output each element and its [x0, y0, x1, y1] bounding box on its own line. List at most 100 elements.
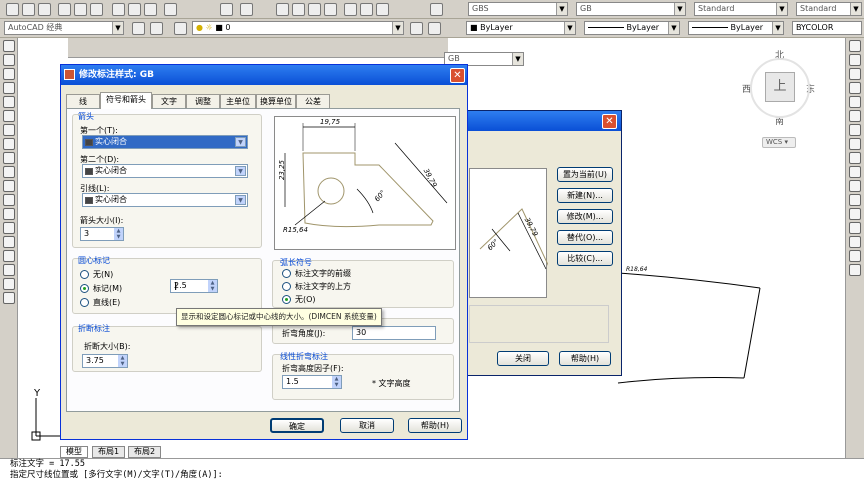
arc-none-radio[interactable]	[282, 295, 291, 304]
modify-style-button[interactable]: 修改(M)...	[557, 209, 613, 224]
save-icon[interactable]	[38, 3, 51, 16]
array-icon[interactable]	[849, 96, 861, 108]
first-arrow-select[interactable]: 实心闭合 ▼	[82, 135, 248, 149]
stepper-arrows-icon[interactable]: ▲ ▼	[114, 228, 123, 240]
polyline-icon[interactable]	[3, 68, 15, 80]
break-at-point-icon[interactable]	[849, 194, 861, 206]
close-icon[interactable]: ✕	[450, 68, 465, 83]
stepper-arrows-icon[interactable]: ▲ ▼	[208, 280, 217, 292]
manager-help-button[interactable]: 帮助(H)	[559, 351, 611, 366]
override-style-button[interactable]: 替代(O)...	[557, 230, 613, 245]
zoom-realtime-icon[interactable]	[292, 3, 305, 16]
break-size-stepper[interactable]: 3.75 ▲ ▼	[82, 354, 128, 368]
tab-text[interactable]: 文字	[152, 94, 186, 108]
gear-icon[interactable]	[132, 22, 145, 35]
close-icon[interactable]: ✕	[602, 114, 617, 129]
copy-icon[interactable]	[128, 3, 141, 16]
open-file-icon[interactable]	[22, 3, 35, 16]
circle-icon[interactable]	[3, 124, 15, 136]
second-arrow-select[interactable]: 实心闭合 ▼	[82, 164, 248, 178]
polygon-icon[interactable]	[3, 82, 15, 94]
point-icon[interactable]	[3, 222, 15, 234]
leader-arrow-select[interactable]: 实心闭合 ▼	[82, 193, 248, 207]
tab-alternate-units[interactable]: 换算单位	[256, 94, 296, 108]
new-file-icon[interactable]	[6, 3, 19, 16]
help-icon[interactable]	[430, 3, 443, 16]
stepper-arrows-icon[interactable]: ▲ ▼	[118, 355, 127, 367]
tool-palette-icon[interactable]	[376, 3, 389, 16]
publish-icon[interactable]	[90, 3, 103, 16]
tab-symbols-arrows[interactable]: 符号和箭头	[100, 92, 152, 109]
tab-primary-units[interactable]: 主单位	[220, 94, 256, 108]
explode-icon[interactable]	[849, 264, 861, 276]
help-button[interactable]: 帮助(H)	[408, 418, 462, 433]
design-center-icon[interactable]	[360, 3, 373, 16]
layer-previous-icon[interactable]	[428, 22, 441, 35]
region-icon[interactable]	[3, 264, 15, 276]
print-icon[interactable]	[58, 3, 71, 16]
trim-icon[interactable]	[849, 166, 861, 178]
jog-height-stepper[interactable]: 1.5 ▲ ▼	[282, 375, 342, 389]
rectangle-icon[interactable]	[3, 96, 15, 108]
arc-above-radio[interactable]	[282, 282, 291, 291]
construction-line-icon[interactable]	[3, 54, 15, 66]
cancel-button[interactable]: 取消	[340, 418, 394, 433]
fillet-icon[interactable]	[849, 250, 861, 262]
center-none-radio[interactable]	[80, 270, 89, 279]
center-mark-radio[interactable]	[80, 284, 89, 293]
stepper-arrows-icon[interactable]: ▲ ▼	[332, 376, 341, 388]
pan-icon[interactable]	[276, 3, 289, 16]
linetype-combo[interactable]: ByLayer ▼	[584, 21, 680, 35]
text-style-combo[interactable]: GBS ▼	[468, 2, 568, 16]
plotstyle-combo[interactable]: BYCOLOR	[792, 21, 862, 35]
make-current-layer-icon[interactable]	[410, 22, 423, 35]
tab-tolerances[interactable]: 公差	[296, 94, 330, 108]
arc-icon[interactable]	[3, 110, 15, 122]
command-line[interactable]: 标注文字 = 17.55 指定尺寸线位置或 [多行文字(M)/文字(T)/角度(…	[0, 458, 864, 486]
dim-style-combo[interactable]: GB ▼	[576, 2, 686, 16]
compare-style-button[interactable]: 比较(C)...	[557, 251, 613, 266]
copy-object-icon[interactable]	[849, 54, 861, 66]
insert-block-icon[interactable]	[3, 194, 15, 206]
color-combo[interactable]: ■ ByLayer ▼	[466, 21, 576, 35]
spline-icon[interactable]	[3, 152, 15, 164]
offset-icon[interactable]	[849, 82, 861, 94]
center-line-radio[interactable]	[80, 298, 89, 307]
arc-prefix-radio[interactable]	[282, 269, 291, 278]
make-block-icon[interactable]	[3, 208, 15, 220]
jog-angle-input[interactable]: 30	[352, 326, 436, 340]
line-icon[interactable]	[3, 40, 15, 52]
preview-icon[interactable]	[74, 3, 87, 16]
mleader-style-combo[interactable]: Standard ▼	[796, 2, 862, 16]
stretch-icon[interactable]	[849, 152, 861, 164]
undo-icon[interactable]	[220, 3, 233, 16]
revcloud-icon[interactable]	[3, 138, 15, 150]
table-style-combo[interactable]: Standard ▼	[694, 2, 788, 16]
workspace-settings-icon[interactable]	[150, 22, 163, 35]
manager-close-button[interactable]: 关闭	[497, 351, 549, 366]
ellipse-icon[interactable]	[3, 166, 15, 178]
table-icon[interactable]	[3, 278, 15, 290]
ellipse-arc-icon[interactable]	[3, 180, 15, 192]
redo-icon[interactable]	[240, 3, 253, 16]
break-icon[interactable]	[849, 208, 861, 220]
paste-icon[interactable]	[144, 3, 157, 16]
rotate-icon[interactable]	[849, 124, 861, 136]
scale-icon[interactable]	[849, 138, 861, 150]
extend-icon[interactable]	[849, 180, 861, 192]
tab-layout2[interactable]: 布局2	[128, 446, 162, 458]
ok-button[interactable]: 确定	[270, 418, 324, 433]
tab-layout1[interactable]: 布局1	[92, 446, 126, 458]
join-icon[interactable]	[849, 222, 861, 234]
tab-fit[interactable]: 调整	[186, 94, 220, 108]
set-current-button[interactable]: 置为当前(U)	[557, 167, 613, 182]
tab-model[interactable]: 模型	[60, 446, 88, 458]
gradient-icon[interactable]	[3, 250, 15, 262]
zoom-previous-icon[interactable]	[324, 3, 337, 16]
move-icon[interactable]	[849, 110, 861, 122]
erase-icon[interactable]	[849, 40, 861, 52]
mirror-icon[interactable]	[849, 68, 861, 80]
tab-lines[interactable]: 线	[66, 94, 100, 108]
zoom-window-icon[interactable]	[308, 3, 321, 16]
match-properties-icon[interactable]	[164, 3, 177, 16]
